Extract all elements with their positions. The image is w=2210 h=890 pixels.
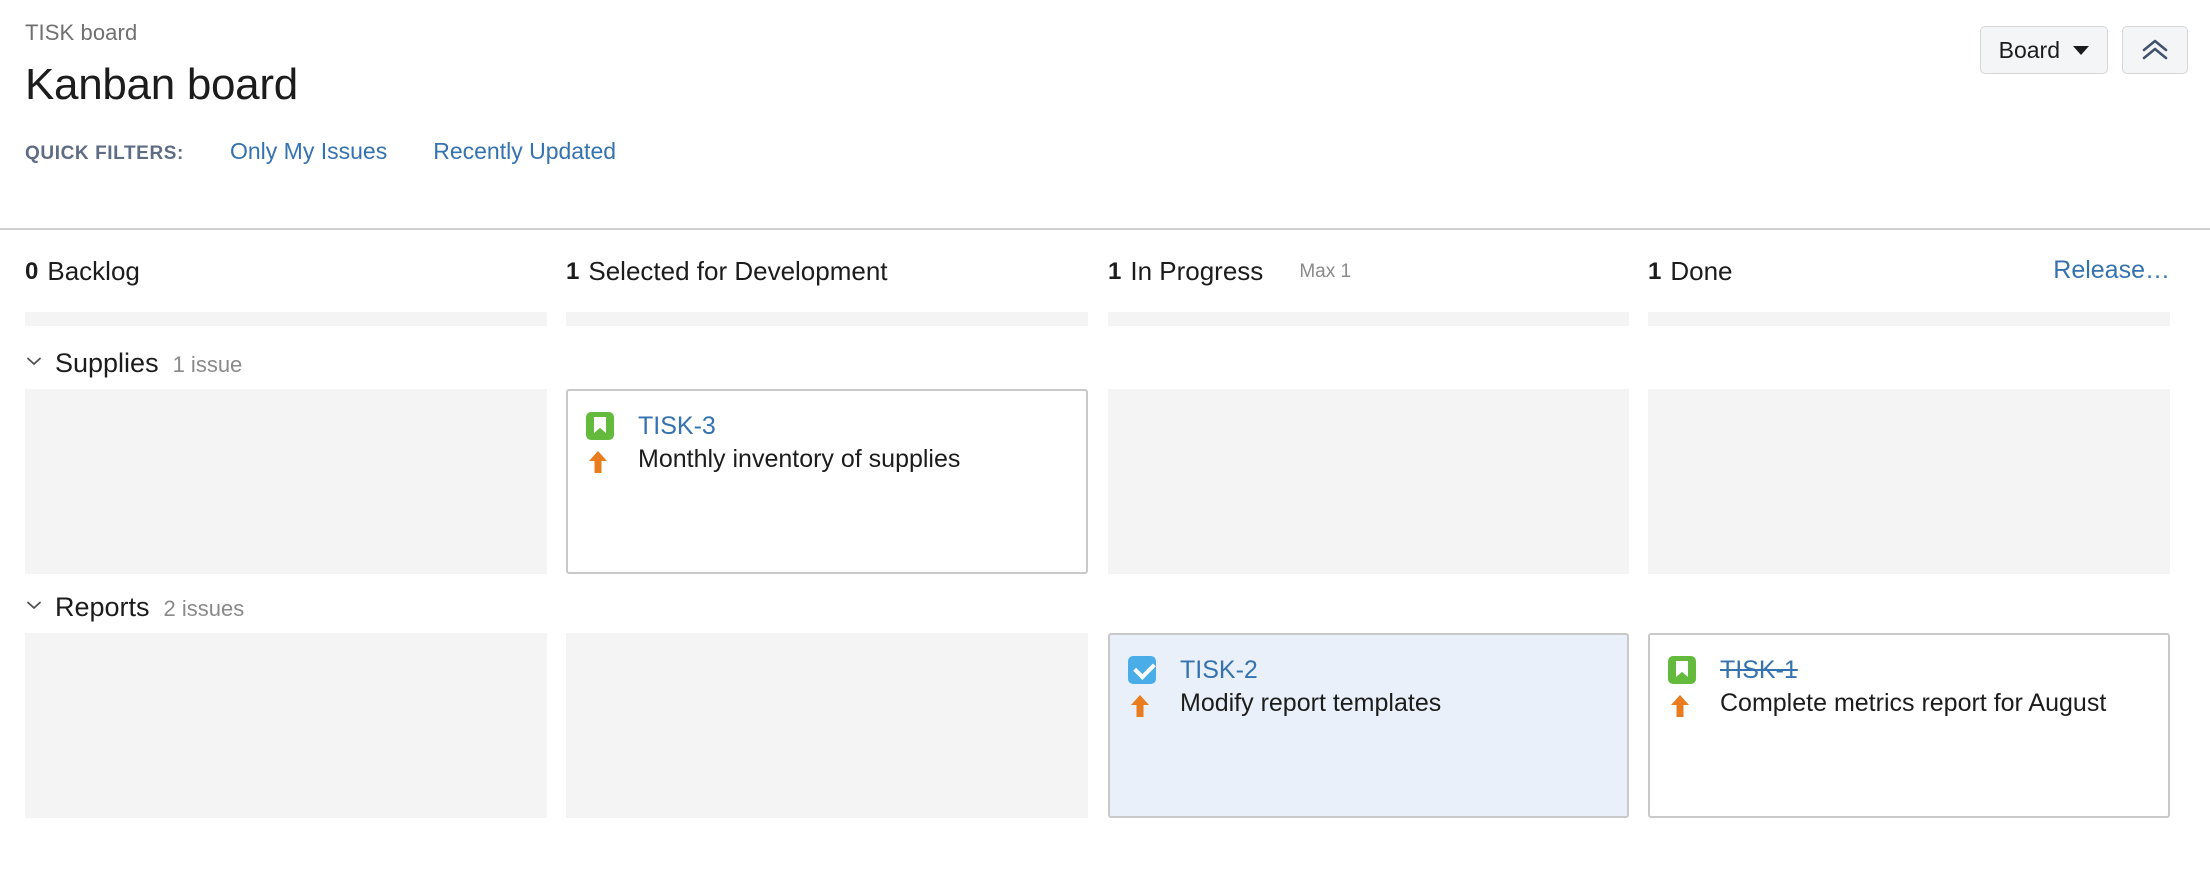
swimlane-issue-count: 2 issues (164, 596, 245, 622)
column-strips (0, 312, 2210, 334)
empty-drop-zone[interactable] (25, 633, 547, 818)
lane-cell-reports-in-progress[interactable]: TISK-2 Modify report templates (1108, 633, 1629, 818)
swimlane-row-reports: TISK-2 Modify report templates (0, 633, 2210, 818)
lane-cell-reports-done[interactable]: TISK-1 Complete metrics report for Augus… (1648, 633, 2170, 818)
column-name: Done (1670, 256, 1732, 287)
issue-card-tisk-2[interactable]: TISK-2 Modify report templates (1108, 633, 1629, 818)
lane-cell-reports-backlog[interactable] (25, 633, 547, 818)
quick-filter-recently-updated[interactable]: Recently Updated (433, 138, 616, 165)
swimlane-header-reports[interactable]: Reports 2 issues (0, 574, 2210, 633)
issue-key[interactable]: TISK-2 (1180, 653, 1258, 687)
column-name: In Progress (1130, 256, 1263, 287)
page-title: Kanban board (25, 58, 2210, 112)
header-actions: Board (1980, 26, 2188, 74)
swimlane-issue-count: 1 issue (173, 352, 243, 378)
issue-key[interactable]: TISK-1 (1720, 653, 1798, 687)
column-header-done[interactable]: 1 Done Release… (1648, 230, 2170, 287)
swimlane-name: Supplies (55, 348, 159, 379)
priority-high-icon (1668, 687, 1702, 720)
column-count: 1 (566, 258, 579, 286)
issue-summary: Complete metrics report for August (1720, 687, 2106, 719)
quick-filters: QUICK FILTERS: Only My Issues Recently U… (25, 138, 2210, 165)
issue-card-summary-row: Monthly inventory of supplies (586, 443, 1066, 476)
column-count: 0 (25, 258, 38, 286)
story-type-icon (586, 412, 620, 440)
column-max-constraint: Max 1 (1299, 261, 1351, 283)
column-strip-backlog (25, 312, 547, 326)
kanban-board: 0 Backlog 1 Selected for Development 1 I… (0, 230, 2210, 818)
board-menu-label: Board (1999, 37, 2060, 64)
column-headers: 0 Backlog 1 Selected for Development 1 I… (0, 230, 2210, 312)
issue-card-key-row: TISK-3 (586, 409, 1066, 443)
column-strip-selected-for-development (566, 312, 1088, 326)
lane-cell-supplies-backlog[interactable] (25, 389, 547, 574)
story-type-icon (1668, 656, 1702, 684)
issue-key[interactable]: TISK-3 (638, 409, 716, 443)
column-name: Backlog (47, 256, 140, 287)
column-strip-in-progress (1108, 312, 1629, 326)
empty-drop-zone[interactable] (1108, 389, 1629, 574)
task-type-icon (1128, 656, 1162, 684)
swimlane-name: Reports (55, 592, 150, 623)
lane-cell-supplies-selected-for-development[interactable]: TISK-3 Monthly inventory of supplies (566, 389, 1088, 574)
column-header-in-progress[interactable]: 1 In Progress Max 1 (1108, 230, 1629, 287)
lane-cell-supplies-done[interactable] (1648, 389, 2170, 574)
issue-summary: Monthly inventory of supplies (638, 443, 960, 475)
lane-cell-reports-selected-for-development[interactable] (566, 633, 1088, 818)
board-menu-button[interactable]: Board (1980, 26, 2108, 74)
chevron-double-up-icon (2140, 37, 2170, 63)
quick-filter-only-my-issues[interactable]: Only My Issues (230, 138, 387, 165)
issue-card-summary-row: Modify report templates (1128, 687, 1607, 720)
swimlane-row-supplies: TISK-3 Monthly inventory of supplies (0, 389, 2210, 574)
issue-card-summary-row: Complete metrics report for August (1668, 687, 2148, 720)
issue-card-key-row: TISK-1 (1668, 653, 2148, 687)
column-count: 1 (1108, 258, 1121, 286)
column-count: 1 (1648, 258, 1661, 286)
chevron-down-icon (2073, 46, 2089, 55)
chevron-down-icon[interactable] (25, 596, 43, 614)
column-header-selected-for-development[interactable]: 1 Selected for Development (566, 230, 1088, 287)
issue-summary: Modify report templates (1180, 687, 1441, 719)
issue-card-tisk-1[interactable]: TISK-1 Complete metrics report for Augus… (1648, 633, 2170, 818)
board-header: TISK board Kanban board Board QUICK FILT… (0, 0, 2210, 230)
issue-card-key-row: TISK-2 (1128, 653, 1607, 687)
lane-cell-supplies-in-progress[interactable] (1108, 389, 1629, 574)
empty-drop-zone[interactable] (25, 389, 547, 574)
collapse-header-button[interactable] (2122, 26, 2188, 74)
empty-drop-zone[interactable] (566, 633, 1088, 818)
priority-high-icon (1128, 687, 1162, 720)
column-name: Selected for Development (588, 256, 887, 287)
chevron-down-icon[interactable] (25, 352, 43, 370)
quick-filters-label: QUICK FILTERS: (25, 143, 184, 165)
release-link[interactable]: Release… (2053, 256, 2170, 285)
issue-card-tisk-3[interactable]: TISK-3 Monthly inventory of supplies (566, 389, 1088, 574)
column-strip-done (1648, 312, 2170, 326)
column-header-backlog[interactable]: 0 Backlog (25, 230, 547, 287)
empty-drop-zone[interactable] (1648, 389, 2170, 574)
swimlane-header-supplies[interactable]: Supplies 1 issue (0, 334, 2210, 389)
breadcrumb[interactable]: TISK board (25, 18, 2210, 48)
priority-high-icon (586, 443, 620, 476)
